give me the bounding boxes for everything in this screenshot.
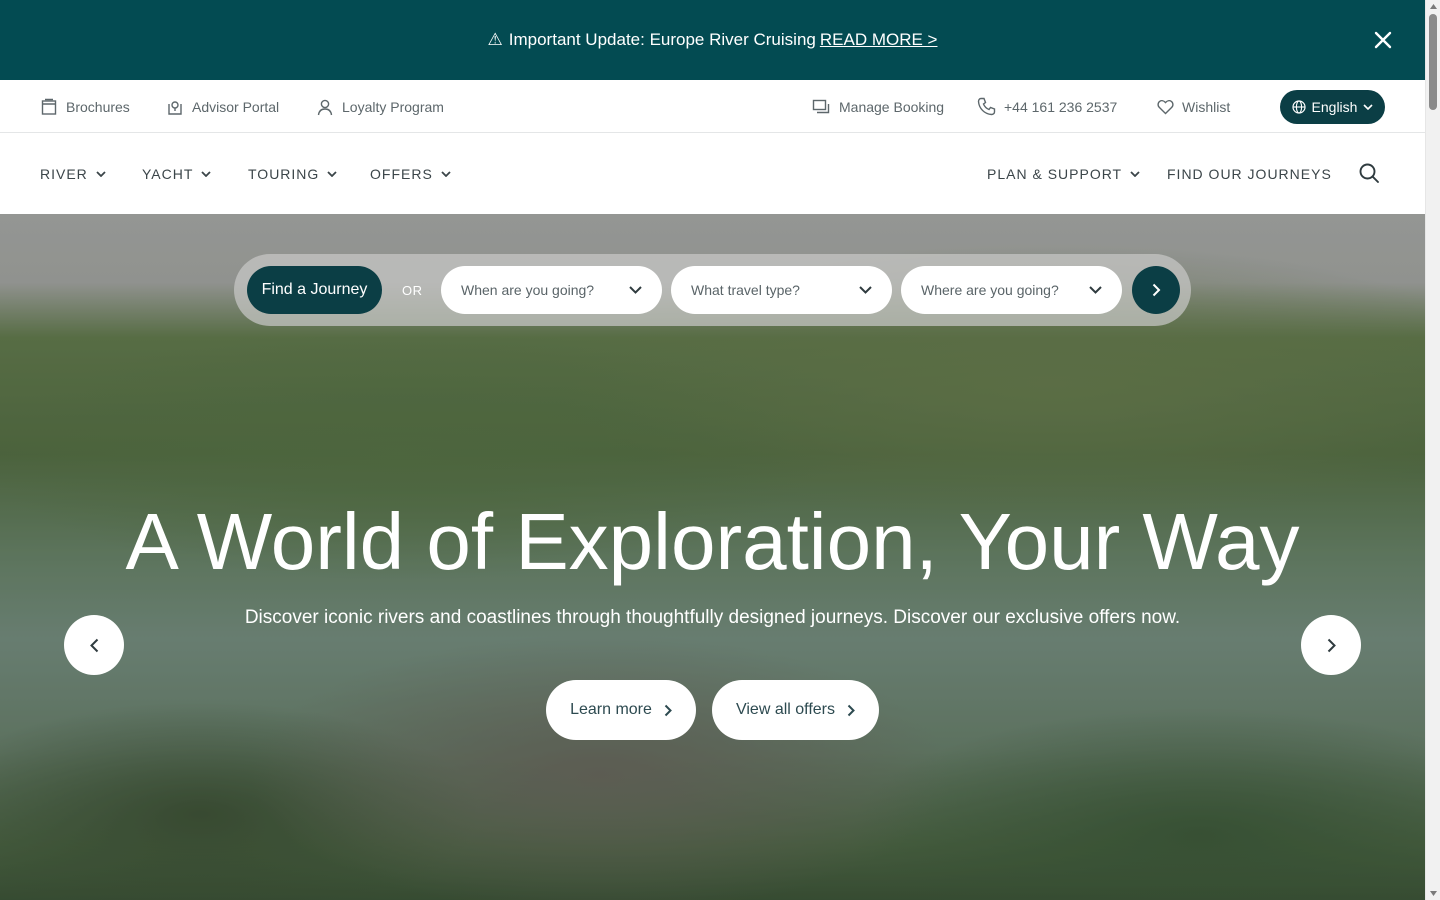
manage-booking-link[interactable]: Manage Booking [812, 80, 944, 133]
globe-icon [1291, 100, 1306, 114]
nav-find-journeys[interactable]: FIND OUR JOURNEYS [1167, 133, 1332, 214]
scroll-up-arrow-icon[interactable] [1429, 2, 1438, 11]
travel-type-select-label: What travel type? [691, 282, 800, 298]
learn-more-label: Learn more [570, 701, 652, 718]
chevron-down-icon [629, 286, 642, 294]
destination-select-label: Where are you going? [921, 282, 1059, 298]
chevron-down-icon [201, 170, 212, 177]
finder-or-label: OR [402, 282, 423, 298]
chevron-right-icon [664, 704, 672, 716]
scroll-down-arrow-icon[interactable] [1429, 889, 1438, 898]
banner-text: Important Update: Europe River Cruising [508, 30, 816, 49]
loyalty-program-label: Loyalty Program [342, 98, 444, 115]
manage-booking-label: Manage Booking [839, 98, 945, 115]
nav-offers[interactable]: OFFERS [370, 133, 451, 214]
chevron-down-icon [1363, 104, 1374, 110]
learn-more-button[interactable]: Learn more [546, 680, 696, 740]
hero-section: Find a Journey OR When are you going? Wh… [0, 214, 1425, 900]
view-all-offers-button[interactable]: View all offers [712, 680, 879, 740]
chevron-down-icon [96, 170, 106, 177]
chevron-right-icon [847, 704, 855, 716]
heart-icon [1157, 99, 1174, 114]
chevron-down-icon [327, 170, 337, 177]
brochure-icon [41, 98, 57, 115]
wishlist-link[interactable]: Wishlist [1157, 80, 1230, 133]
carousel-next-button[interactable] [1301, 615, 1361, 675]
carousel-prev-button[interactable] [64, 615, 124, 675]
nav-plan-support[interactable]: PLAN & SUPPORT [987, 133, 1140, 214]
advisor-portal-label: Advisor Portal [192, 98, 280, 115]
loyalty-program-link[interactable]: Loyalty Program [316, 80, 444, 133]
search-icon[interactable] [1358, 162, 1382, 186]
nav-plan-support-label: PLAN & SUPPORT [987, 165, 1123, 182]
view-all-offers-label: View all offers [735, 701, 835, 718]
chevron-left-icon [89, 638, 98, 652]
nav-river-label: RIVER [40, 165, 88, 182]
page: ⚠ Important Update: Europe River Cruisin… [0, 0, 1425, 900]
language-label: English [1311, 99, 1358, 115]
brochures-label: Brochures [66, 98, 130, 115]
chevron-down-icon [1089, 286, 1102, 294]
chevron-down-icon [859, 286, 872, 294]
phone-number: +44 161 236 2537 [1004, 98, 1118, 115]
nav-yacht-label: YACHT [142, 165, 194, 182]
phone-icon [977, 97, 996, 116]
advisor-portal-icon [168, 100, 182, 115]
nav-touring-label: TOURING [248, 165, 320, 182]
travel-type-select[interactable]: What travel type? [671, 266, 892, 314]
destination-select[interactable]: Where are you going? [901, 266, 1122, 314]
finder-submit-button[interactable] [1132, 266, 1180, 314]
main-nav: RIVER YACHT TOURING OFFERS PLAN & SUPPOR… [0, 133, 1425, 214]
chevron-down-icon [441, 170, 451, 177]
journey-finder: Find a Journey OR When are you going? Wh… [234, 254, 1191, 326]
when-select-label: When are you going? [461, 282, 595, 298]
when-select[interactable]: When are you going? [441, 266, 662, 314]
utility-bar: Brochures Advisor Portal Loyalty Program… [0, 80, 1425, 133]
chevron-down-icon [1130, 170, 1140, 177]
wishlist-label: Wishlist [1182, 98, 1231, 115]
banner-read-more-link[interactable]: READ MORE > [820, 30, 938, 50]
nav-river[interactable]: RIVER [40, 133, 106, 214]
advisor-portal-link[interactable]: Advisor Portal [166, 80, 279, 133]
announcement-banner: ⚠ Important Update: Europe River Cruisin… [0, 0, 1425, 80]
close-icon[interactable] [1369, 26, 1397, 54]
find-journey-button[interactable]: Find a Journey [247, 266, 382, 314]
nav-find-journeys-label: FIND OUR JOURNEYS [1167, 165, 1332, 182]
language-selector[interactable]: English [1280, 90, 1385, 124]
page-scrollbar[interactable] [1425, 0, 1440, 900]
chat-icon [812, 99, 830, 113]
user-icon [317, 99, 333, 115]
scrollbar-thumb[interactable] [1429, 14, 1437, 110]
hero-subtitle: Discover iconic rivers and coastlines th… [244, 607, 1181, 628]
chevron-right-icon [1327, 638, 1336, 652]
nav-yacht[interactable]: YACHT [142, 133, 212, 214]
chevron-right-icon [1152, 283, 1160, 297]
hero-title: A World of Exploration, Your Way [125, 497, 1300, 586]
nav-offers-label: OFFERS [370, 165, 433, 182]
nav-touring[interactable]: TOURING [248, 133, 337, 214]
phone-link[interactable]: +44 161 236 2537 [977, 80, 1117, 133]
warning-icon: ⚠ [487, 30, 503, 49]
brochures-link[interactable]: Brochures [40, 80, 130, 133]
